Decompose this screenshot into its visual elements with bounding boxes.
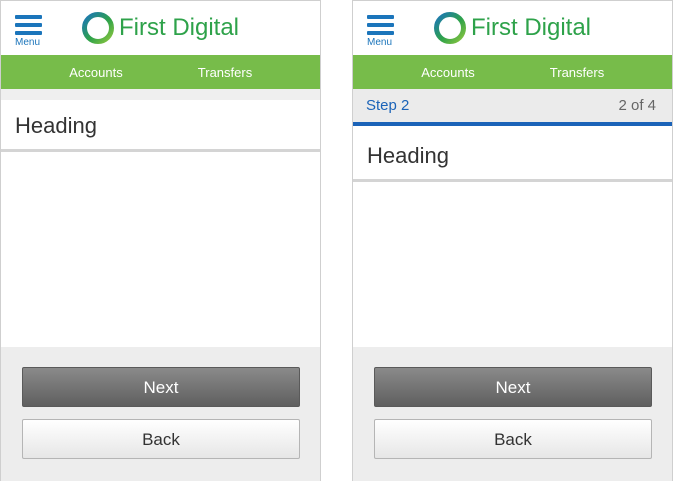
page-heading: Heading [367, 143, 449, 168]
nav-accounts[interactable]: Accounts [398, 55, 498, 89]
menu-label: Menu [15, 37, 41, 48]
next-button[interactable]: Next [22, 367, 300, 407]
button-footer: Next Back [353, 347, 672, 481]
page-heading: Heading [15, 113, 97, 138]
step-label: Step 2 [366, 97, 410, 114]
main-nav: Accounts Transfers [353, 55, 672, 89]
ring-logo-icon [82, 12, 114, 44]
nav-accounts[interactable]: Accounts [46, 55, 146, 89]
brand-name: First Digital [119, 14, 240, 41]
menu-label: Menu [367, 37, 393, 48]
button-footer: Next Back [1, 347, 320, 481]
app-header: Menu First Digital [353, 1, 672, 55]
menu-button[interactable]: Menu [15, 13, 45, 49]
brand-logo[interactable]: First Digital [81, 10, 301, 46]
nav-transfers[interactable]: Transfers [527, 55, 627, 89]
heading-row: Heading [1, 100, 320, 152]
app-header: Menu First Digital [1, 1, 320, 55]
ring-logo-icon [434, 12, 466, 44]
step-progress-line [353, 122, 672, 126]
step-count: 2 of 4 [618, 97, 656, 114]
main-nav: Accounts Transfers [1, 55, 320, 89]
spacer-band [1, 89, 320, 100]
back-button[interactable]: Back [22, 419, 300, 459]
next-button[interactable]: Next [374, 367, 652, 407]
screen-without-step: Menu First Digital Accounts Transfers He… [0, 0, 321, 481]
back-button[interactable]: Back [374, 419, 652, 459]
nav-transfers[interactable]: Transfers [175, 55, 275, 89]
heading-row: Heading [353, 130, 672, 182]
brand-name: First Digital [471, 14, 592, 41]
step-indicator: Step 2 2 of 4 [353, 89, 672, 122]
screen-with-step: Menu First Digital Accounts Transfers St… [352, 0, 673, 481]
menu-button[interactable]: Menu [367, 13, 397, 49]
brand-logo[interactable]: First Digital [433, 10, 653, 46]
